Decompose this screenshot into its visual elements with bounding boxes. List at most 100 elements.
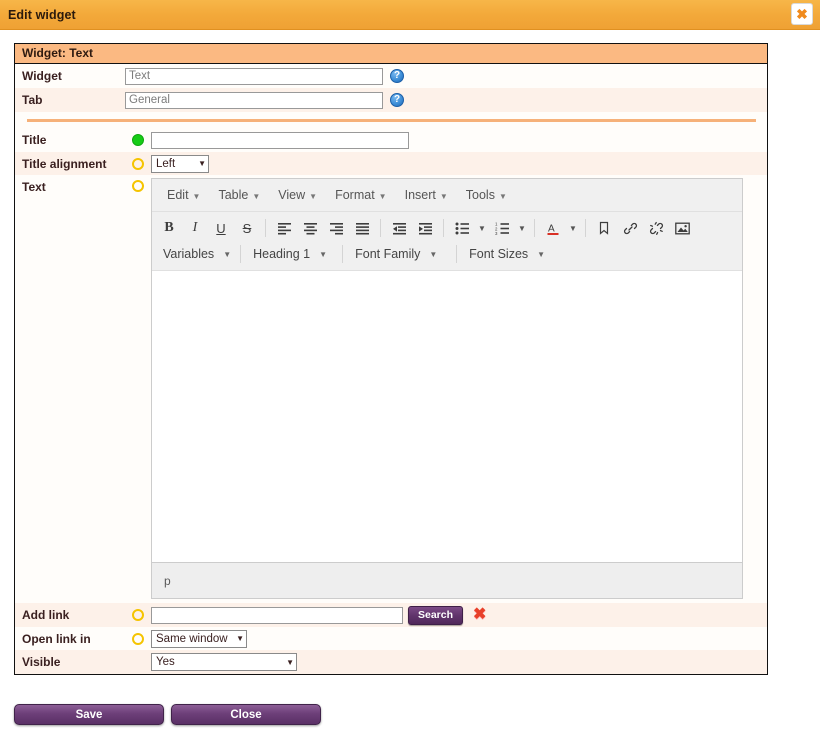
title-status-cell xyxy=(125,134,151,146)
edit-widget-panel: Widget: Text Widget ? Tab ? Title Title … xyxy=(14,43,768,675)
link-icon[interactable] xyxy=(617,216,643,240)
close-window-button[interactable]: ✖ xyxy=(791,3,813,25)
toolbar-row-1: B I U S ▼ 1 2 3 ▼ A ▼ xyxy=(156,215,738,241)
align-left-icon[interactable] xyxy=(271,216,297,240)
visible-field-cell: Yes ▼ xyxy=(151,653,767,671)
title-label: Title xyxy=(22,133,47,147)
status-dot-ring xyxy=(132,632,144,645)
window-titlebar: Edit widget ✖ xyxy=(0,0,820,30)
svg-text:3: 3 xyxy=(495,230,498,234)
save-button[interactable]: Save xyxy=(14,704,164,725)
delete-link-icon[interactable]: ✖ xyxy=(473,607,486,623)
menu-view[interactable]: View ▼ xyxy=(269,184,326,206)
variables-select-label: Variables xyxy=(163,247,215,261)
status-dot-ring xyxy=(132,609,144,621)
bold-label: B xyxy=(164,220,174,235)
open-link-in-select[interactable]: Same window ▼ xyxy=(151,629,247,648)
variables-select[interactable]: Variables ▼ xyxy=(156,242,235,266)
status-dot-green xyxy=(132,134,144,146)
footer-buttons: Save Close xyxy=(14,704,321,725)
editor-content-area[interactable] xyxy=(152,271,742,562)
chevron-down-icon: ▼ xyxy=(192,192,201,201)
font-sizes-select[interactable]: Font Sizes ▼ xyxy=(462,242,559,266)
toolbar-separator xyxy=(265,219,266,237)
tab-input[interactable] xyxy=(125,91,383,109)
indent-icon[interactable] xyxy=(412,216,438,240)
title-input[interactable] xyxy=(151,131,409,149)
section-divider xyxy=(15,112,767,128)
strikethrough-icon[interactable]: S xyxy=(234,216,260,240)
menu-edit[interactable]: Edit ▼ xyxy=(158,184,209,206)
toolbar-row-2: Variables ▼ Heading 1 ▼ Font Family ▼ Font … xyxy=(156,241,738,267)
element-path[interactable]: p xyxy=(164,574,171,588)
visible-value: Yes xyxy=(156,656,175,668)
title-alignment-status-cell xyxy=(125,157,151,170)
widget-label: Widget xyxy=(22,69,62,83)
title-alignment-value: Left xyxy=(156,157,176,170)
italic-label: I xyxy=(192,220,198,235)
row-title-alignment: Title alignment Left ▼ xyxy=(15,152,767,175)
search-button[interactable]: Search xyxy=(408,605,464,625)
help-icon[interactable]: ? xyxy=(390,93,404,107)
align-justify-icon[interactable] xyxy=(349,216,375,240)
visible-select[interactable]: Yes ▼ xyxy=(151,653,297,671)
tab-field-cell: ? xyxy=(125,91,767,109)
row-text: Text Edit ▼ Table ▼ View ▼ Format ▼ Inse… xyxy=(15,175,767,603)
underline-label: U xyxy=(216,220,226,236)
help-icon[interactable]: ? xyxy=(390,69,404,83)
open-link-in-field-cell: Same window ▼ xyxy=(151,629,767,648)
editor-statusbar: p xyxy=(152,562,742,598)
outdent-icon[interactable] xyxy=(386,216,412,240)
align-center-icon[interactable] xyxy=(297,216,323,240)
chevron-down-icon: ▼ xyxy=(439,192,448,201)
text-status-cell xyxy=(125,175,151,192)
bold-icon[interactable]: B xyxy=(156,216,182,240)
open-link-in-value: Same window xyxy=(156,632,228,645)
bullet-list-icon[interactable] xyxy=(449,216,475,240)
editor-toolbar: B I U S ▼ 1 2 3 ▼ A ▼ Variables ▼ Headin… xyxy=(152,212,742,271)
heading-select-label: Heading 1 xyxy=(253,247,311,261)
row-widget: Widget ? xyxy=(15,64,767,88)
font-sizes-select-label: Font Sizes xyxy=(469,247,529,261)
chevron-down-icon: ▼ xyxy=(378,192,387,201)
text-color-chevron-down-icon[interactable]: ▼ xyxy=(566,216,580,240)
row-visible: Visible Yes ▼ xyxy=(15,650,767,674)
menu-format[interactable]: Format ▼ xyxy=(326,184,396,206)
title-alignment-select[interactable]: Left ▼ xyxy=(151,154,209,173)
text-color-icon[interactable]: A xyxy=(540,216,566,240)
add-link-field-cell: Search ✖ xyxy=(151,605,767,625)
menu-table[interactable]: Table ▼ xyxy=(209,184,269,206)
unlink-icon[interactable] xyxy=(643,216,669,240)
rich-text-editor: Edit▼ Table▼ View▼ Format▼ Insert▼ xyxy=(151,178,743,599)
font-family-select[interactable]: Font Family ▼ xyxy=(348,242,451,266)
chevron-down-icon: ▼ xyxy=(198,159,206,168)
italic-icon[interactable]: I xyxy=(182,216,208,240)
font-family-select-label: Font Family xyxy=(355,247,421,261)
toolbar-separator xyxy=(585,219,586,237)
chevron-down-icon: ▼ xyxy=(429,249,438,259)
align-right-icon[interactable] xyxy=(323,216,349,240)
add-link-status-cell xyxy=(125,609,151,621)
numbered-list-chevron-down-icon[interactable]: ▼ xyxy=(515,216,529,240)
image-icon[interactable] xyxy=(669,216,695,240)
underline-icon[interactable]: U xyxy=(208,216,234,240)
menu-insert[interactable]: Insert ▼ xyxy=(396,184,457,206)
open-link-in-status-cell xyxy=(125,632,151,645)
heading-select[interactable]: Heading 1 ▼ xyxy=(246,242,337,266)
row-tab: Tab ? xyxy=(15,88,767,112)
chevron-down-icon: ▼ xyxy=(537,249,546,259)
widget-input[interactable] xyxy=(125,67,383,85)
add-link-input[interactable] xyxy=(151,606,403,624)
text-label: Text xyxy=(22,180,46,194)
tab-label: Tab xyxy=(22,93,43,107)
add-link-label: Add link xyxy=(22,608,70,622)
menu-tools[interactable]: Tools ▼ xyxy=(457,184,516,206)
bookmark-icon[interactable] xyxy=(591,216,617,240)
open-link-in-label: Open link in xyxy=(22,631,91,646)
toolbar-separator xyxy=(443,219,444,237)
numbered-list-icon[interactable]: 123 xyxy=(489,216,515,240)
menu-edit-label: Edit xyxy=(167,188,189,202)
chevron-down-icon: ▼ xyxy=(286,657,294,667)
bullet-list-chevron-down-icon[interactable]: ▼ xyxy=(475,216,489,240)
close-button[interactable]: Close xyxy=(171,704,321,725)
